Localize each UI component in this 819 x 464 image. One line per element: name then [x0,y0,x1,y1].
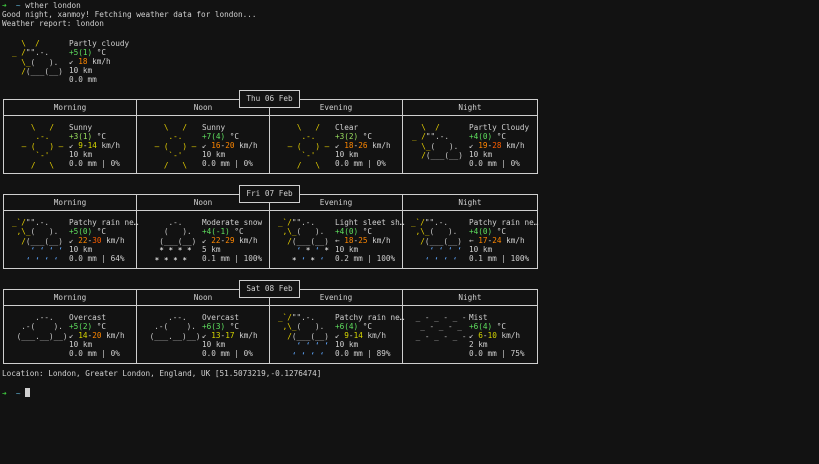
slot-precip: 0.0 mm | 0% [202,349,253,358]
slot-visibility: 10 km [202,150,226,159]
slot-wind: ↙ 13-17 km/h [202,331,258,340]
slot-temp: +6(3) °C [202,322,240,331]
slot-desc: Overcast [202,313,240,322]
slot-wind: ↙ 22-29 km/h [202,236,258,245]
slot-temp: +5(0) °C [69,227,107,236]
current-desc: Partly cloudy [69,39,130,48]
slot-precip: 0.1 mm | 100% [469,254,530,263]
slot-desc: Clear [335,123,359,132]
slot-wind: ↙ 22-30 km/h [69,236,125,245]
period-morning: Morning [53,293,87,302]
period-night: Night [458,293,482,302]
slot-precip: 0.0 mm | 0% [335,159,386,168]
location-line: Location: London, Greater London, Englan… [2,369,322,378]
slot-desc: Overcast [69,313,107,322]
slot-precip: 0.0 mm | 0% [69,349,120,358]
slot-wind: ↙ 19-28 km/h [469,141,525,150]
slot-desc: Light sleet sh… [335,218,405,227]
light-sleet-icon: _`/"".-. ,\_( ). /(___(__) ‘ * ‘ * * ‘ *… [278,218,329,265]
slot-temp: +7(4) °C [202,132,240,141]
slot-wind: ↙ 9-14 km/h [69,141,120,150]
slot-visibility: 10 km [335,340,359,349]
slot-temp: +4(0) °C [469,132,507,141]
slot-visibility: 10 km [69,150,93,159]
slot-desc: Patchy rain ne… [69,218,139,227]
slot-precip: 0.0 mm | 89% [335,349,391,358]
slot-precip: 0.0 mm | 64% [69,254,125,263]
slot-wind: ↙ 14-20 km/h [69,331,125,340]
prompt-arrow-icon: ➜ [2,1,7,10]
slot-temp: +6(4) °C [335,322,373,331]
patchy-rain-icon: _`/"".-. ,\_( ). /(___(__) ‘ ‘ ‘ ‘ ‘ ‘ ‘… [411,218,462,265]
slot-temp: +4(-1) °C [202,227,244,236]
slot-visibility: 10 km [335,150,359,159]
moderate-snow-icon: .-. ( ). (___(__) * * * * * * * * [154,218,197,265]
slot-precip: 0.0 mm | 0% [202,159,253,168]
slot-temp: +3(2) °C [335,132,373,141]
slot-wind: ↙ 9-14 km/h [335,331,386,340]
sunny-icon: \ / .-. ― ( ) ― `-' / \ [154,123,197,170]
slot-visibility: 5 km [202,245,221,254]
patchy-rain-icon: _`/"".-. ,\_( ). /(___(__) ‘ ‘ ‘ ‘ ‘ ‘ ‘… [12,218,63,265]
slot-visibility: 10 km [469,245,493,254]
slot-desc: Sunny [202,123,226,132]
slot-wind: ↙ 16-20 km/h [202,141,258,150]
day-1-date: Thu 06 Feb [239,90,300,108]
slot-wind: ↙ 18-26 km/h [335,141,391,150]
slot-visibility: 10 km [469,150,493,159]
prompt-path: ~ [15,1,21,10]
slot-precip: 0.0 mm | 75% [469,349,525,358]
slot-precip: 0.0 mm | 0% [469,159,520,168]
slot-visibility: 10 km [69,245,93,254]
slot-wind: ← 17-24 km/h [469,236,525,245]
slot-temp: +3(1) °C [69,132,107,141]
overcast-icon: .--. .-( ). (___.__)__) [149,313,201,341]
current-visibility: 10 km [69,66,93,75]
prompt-arrow-icon: ➜ [2,389,7,398]
current-partly-cloudy-icon: \ / _ /"".-. \_( ). /(___(__) [12,39,63,77]
patchy-rain-icon: _`/"".-. ,\_( ). /(___(__) ‘ ‘ ‘ ‘ ‘ ‘ ‘… [278,313,329,360]
slot-temp: +4(0) °C [335,227,373,236]
current-wind: ↙ 18 km/h [69,57,111,66]
command-text: wther london [25,1,81,10]
mist-icon: _ - _ - _ - _ - _ - _ _ - _ - _ - [415,313,467,341]
slot-temp: +6(4) °C [469,322,507,331]
terminal-window: ➜ ~ wther london Good night, xanmoy! Fet… [0,0,819,464]
slot-wind: ← 18-25 km/h [335,236,391,245]
sunny-icon: \ / .-. ― ( ) ― `-' / \ [21,123,64,170]
greeting-line: Good night, xanmoy! Fetching weather dat… [2,10,257,19]
slot-wind: ↙ 6-10 km/h [469,331,520,340]
period-night: Night [458,103,482,112]
slot-visibility: 10 km [69,340,93,349]
prompt-path: ~ [15,389,21,398]
slot-desc: Patchy rain ne… [469,218,539,227]
report-label: Weather report: london [2,19,104,28]
input-prompt-line[interactable]: ➜ ~ [2,388,31,398]
day-2-date: Fri 07 Feb [239,185,300,203]
slot-temp: +4(0) °C [469,227,507,236]
slot-desc: Sunny [69,123,93,132]
slot-desc: Moderate snow [202,218,263,227]
slot-visibility: 2 km [469,340,488,349]
period-night: Night [458,198,482,207]
slot-precip: 0.2 mm | 100% [335,254,396,263]
overcast-icon: .--. .-( ). (___.__)__) [16,313,68,341]
current-precip: 0.0 mm [69,75,97,84]
slot-precip: 0.0 mm | 0% [69,159,120,168]
cursor[interactable] [25,388,31,397]
slot-precip: 0.1 mm | 100% [202,254,263,263]
command-line: ➜ ~ wther london [2,1,81,10]
slot-desc: Partly Cloudy [469,123,530,132]
slot-visibility: 10 km [335,245,359,254]
current-temp: +5(1) °C [69,48,107,57]
period-morning: Morning [53,103,87,112]
partly-cloudy-icon: \ / _ /"".-. \_( ). /(___(__) [412,123,463,161]
slot-desc: Patchy rain ne… [335,313,405,322]
clear-icon: \ / .-. ― ( ) ― `-' / \ [287,123,330,170]
slot-visibility: 10 km [202,340,226,349]
day-3-date: Sat 08 Feb [239,280,300,298]
slot-desc: Mist [469,313,488,322]
period-morning: Morning [53,198,87,207]
slot-temp: +5(2) °C [69,322,107,331]
